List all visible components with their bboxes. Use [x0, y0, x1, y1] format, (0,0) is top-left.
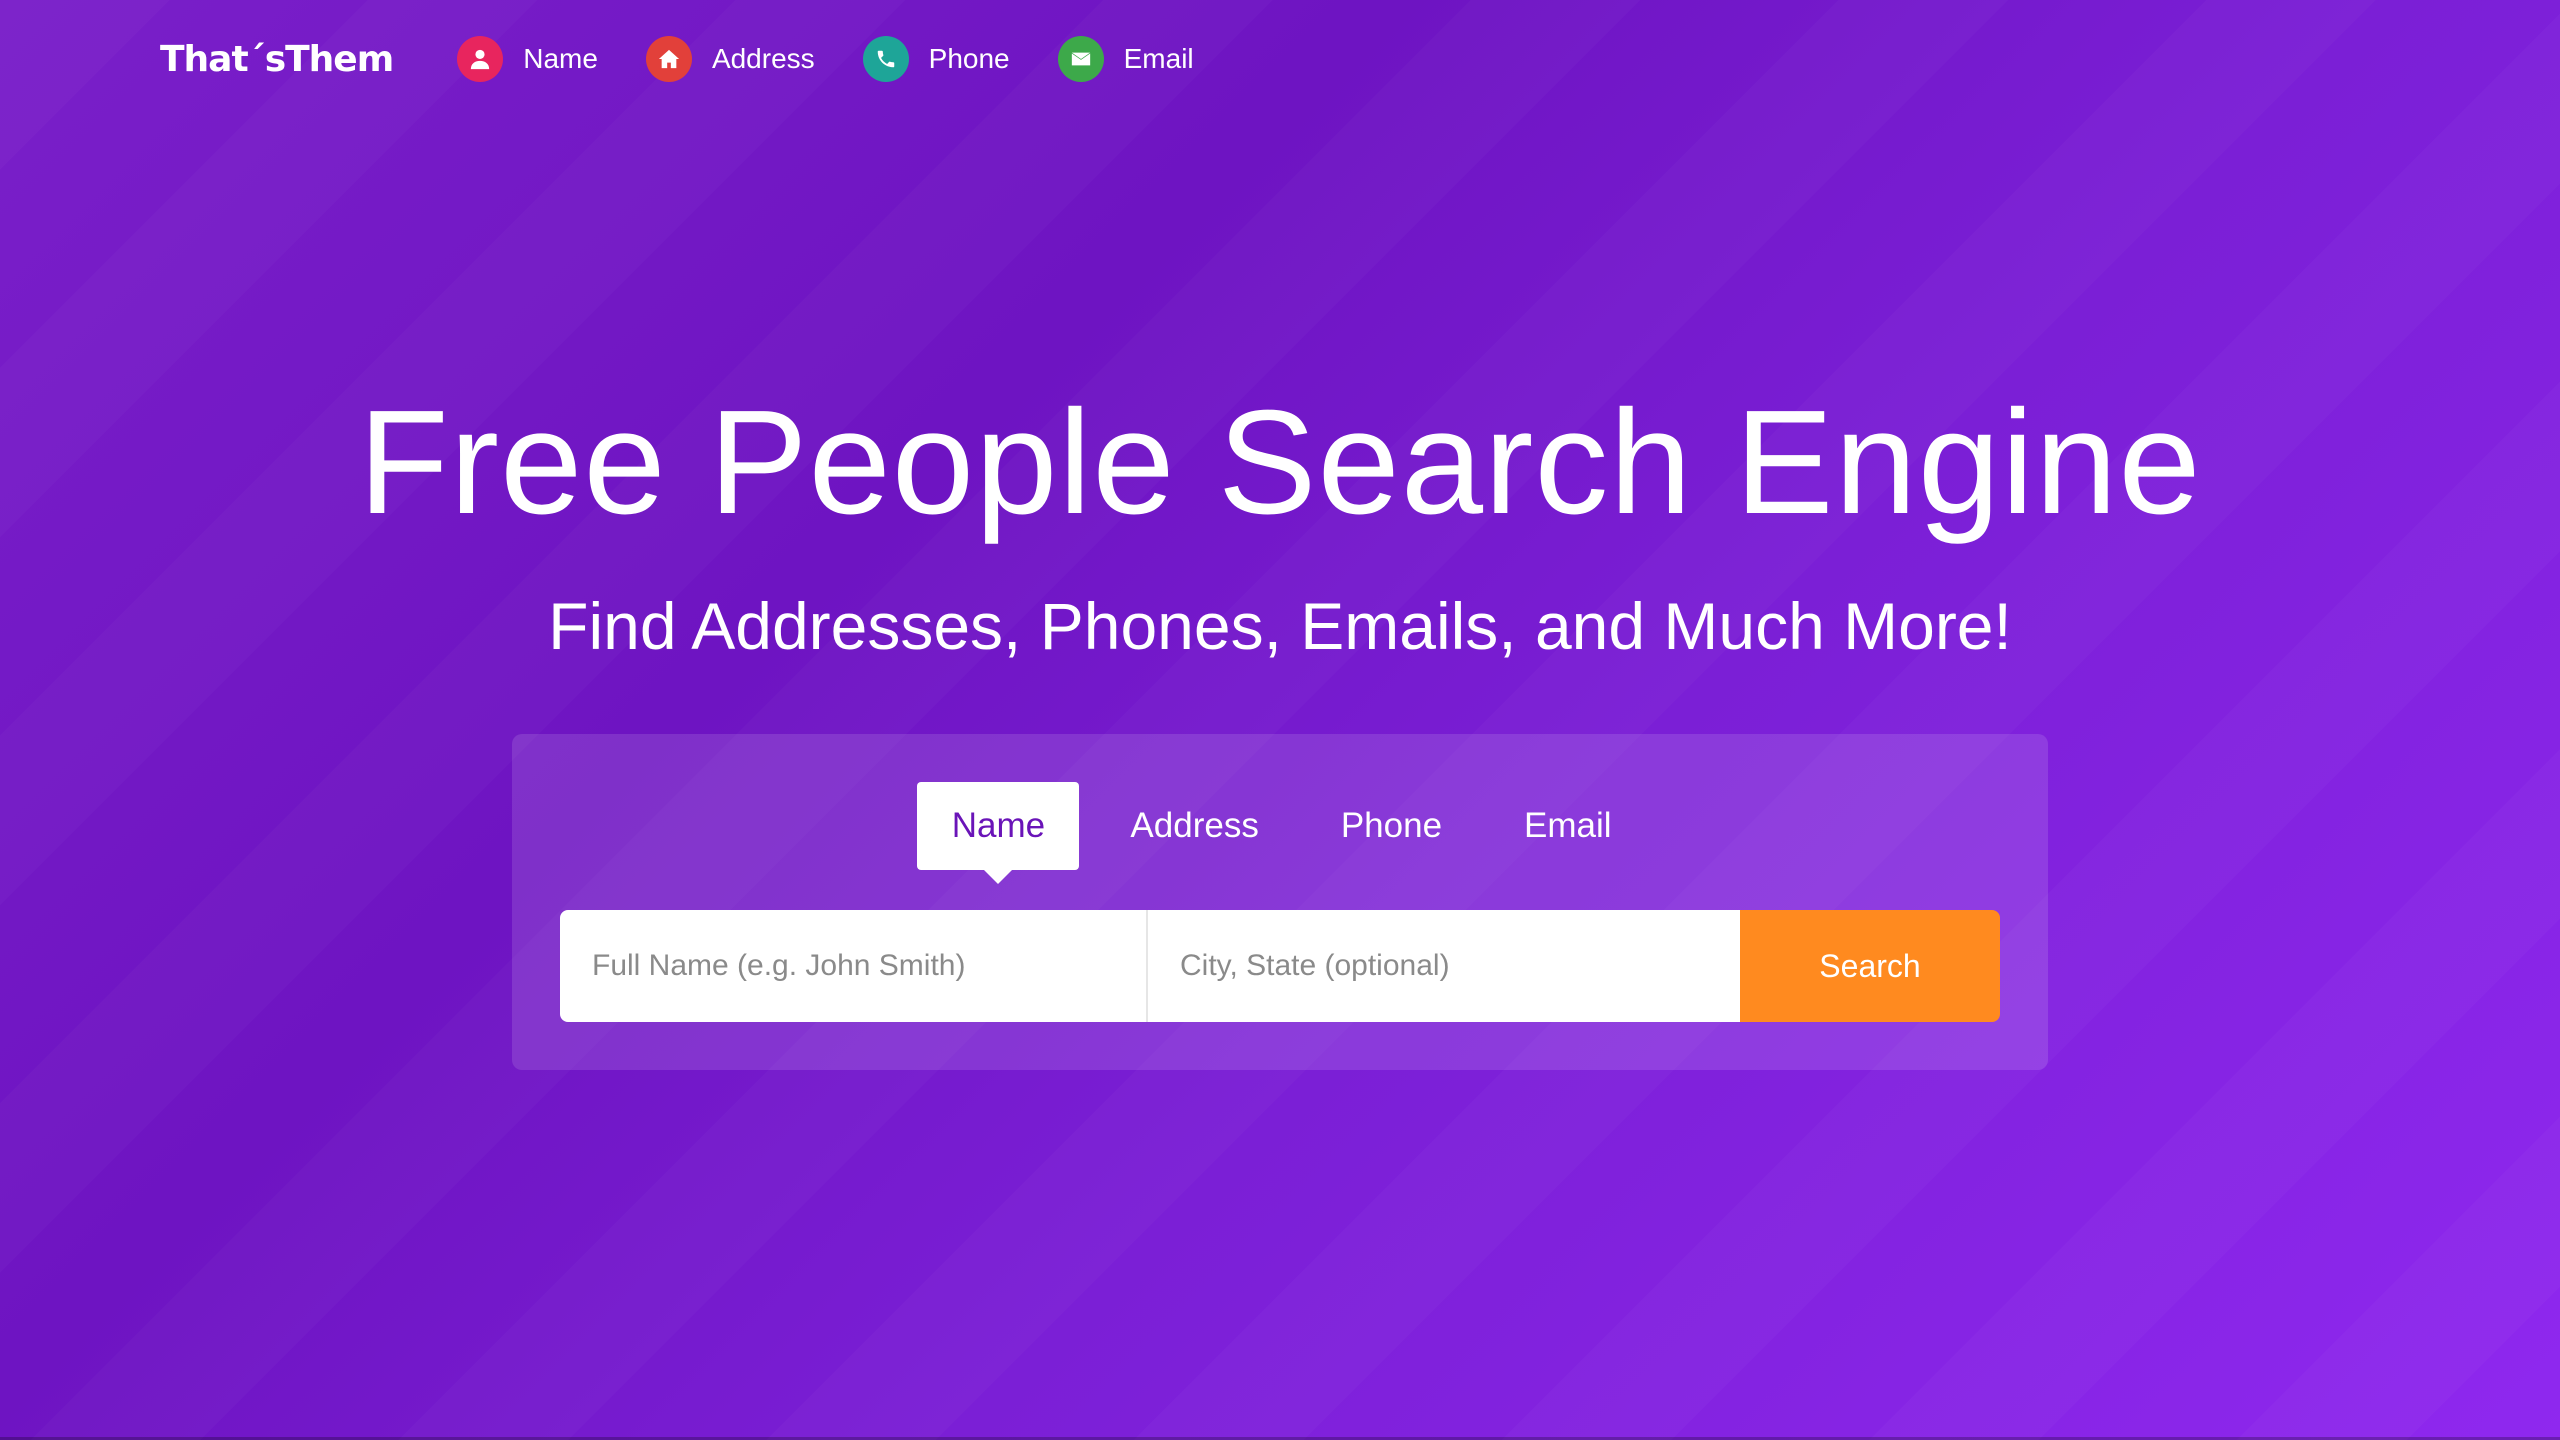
home-icon [645, 36, 692, 82]
search-tabs: Name Address Phone Email [512, 782, 2048, 884]
nav-item-email[interactable]: Email [1057, 36, 1194, 82]
hero-subtitle: Find Addresses, Phones, Emails, and Much… [548, 589, 2012, 663]
tab-address[interactable]: Address [1099, 782, 1289, 870]
top-navigation: That´sThem Name Address Phone Email [160, 28, 1242, 90]
nav-item-label: Name [523, 43, 598, 74]
nav-item-address[interactable]: Address [645, 36, 815, 82]
envelope-icon [1057, 36, 1104, 82]
tab-phone[interactable]: Phone [1310, 782, 1473, 870]
site-logo[interactable]: That´sThem [160, 39, 394, 80]
nav-item-name[interactable]: Name [457, 36, 598, 82]
phone-icon [862, 36, 909, 82]
search-panel: Name Address Phone Email Search [512, 734, 2048, 1070]
city-state-input[interactable] [1148, 910, 1740, 1022]
hero-title: Free People Search Engine [358, 380, 2202, 545]
nav-item-label: Phone [928, 43, 1010, 74]
person-icon [457, 36, 504, 82]
search-form: Search [560, 910, 2000, 1022]
tab-name[interactable]: Name [917, 782, 1080, 884]
background-stripes [0, 0, 2560, 1440]
nav-item-label: Email [1123, 43, 1194, 74]
nav-item-label: Address [711, 43, 815, 74]
search-button[interactable]: Search [1740, 910, 2000, 1022]
full-name-input[interactable] [560, 910, 1148, 1022]
nav-item-phone[interactable]: Phone [862, 36, 1010, 82]
tab-email[interactable]: Email [1493, 782, 1643, 870]
